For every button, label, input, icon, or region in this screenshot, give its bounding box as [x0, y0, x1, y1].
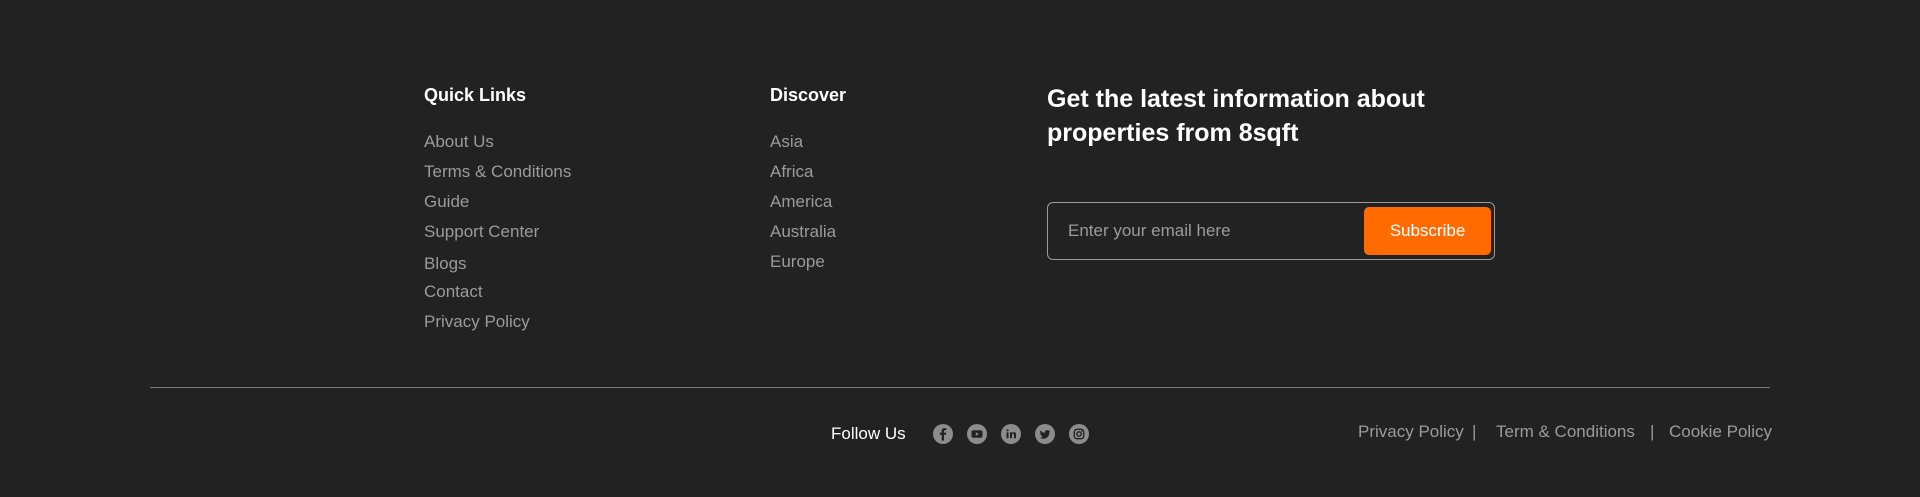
quick-link-privacy-policy[interactable]: Privacy Policy [424, 312, 530, 332]
discover-title: Discover [770, 85, 847, 105]
twitter-icon[interactable] [1035, 424, 1055, 444]
discover-link-australia[interactable]: Australia [770, 222, 836, 242]
legal-separator: | [1650, 422, 1655, 441]
quick-link-guide[interactable]: Guide [424, 192, 469, 212]
legal-link-term-conditions[interactable]: Term & Conditions [1496, 422, 1635, 442]
discover-link-america[interactable]: America [770, 192, 832, 212]
legal-separator: | [1472, 422, 1477, 441]
follow-us-label: Follow Us [831, 424, 906, 443]
email-input[interactable] [1060, 211, 1376, 251]
subscribe-button[interactable]: Subscribe [1364, 207, 1491, 255]
quick-link-contact[interactable]: Contact [424, 282, 483, 302]
legal-link-cookie-policy[interactable]: Cookie Policy [1669, 422, 1772, 442]
quick-link-about-us[interactable]: About Us [424, 132, 494, 152]
site-footer: Quick Links About Us Terms & Conditions … [0, 0, 1920, 497]
quick-links-title: Quick Links [424, 85, 527, 105]
youtube-icon[interactable] [967, 424, 987, 444]
facebook-icon[interactable] [933, 424, 953, 444]
quick-link-terms-conditions[interactable]: Terms & Conditions [424, 162, 571, 182]
linkedin-icon[interactable] [1001, 424, 1021, 444]
subscribe-form: Subscribe [1047, 202, 1495, 260]
instagram-icon[interactable] [1069, 424, 1089, 444]
discover-link-europe[interactable]: Europe [770, 252, 825, 272]
legal-link-privacy-policy[interactable]: Privacy Policy [1358, 422, 1464, 442]
discover-link-asia[interactable]: Asia [770, 132, 803, 152]
quick-link-support-center[interactable]: Support Center [424, 222, 539, 242]
discover-link-africa[interactable]: Africa [770, 162, 813, 182]
newsletter-heading: Get the latest information about propert… [1047, 85, 1425, 147]
footer-divider [150, 387, 1770, 388]
quick-link-blogs[interactable]: Blogs [424, 254, 467, 274]
